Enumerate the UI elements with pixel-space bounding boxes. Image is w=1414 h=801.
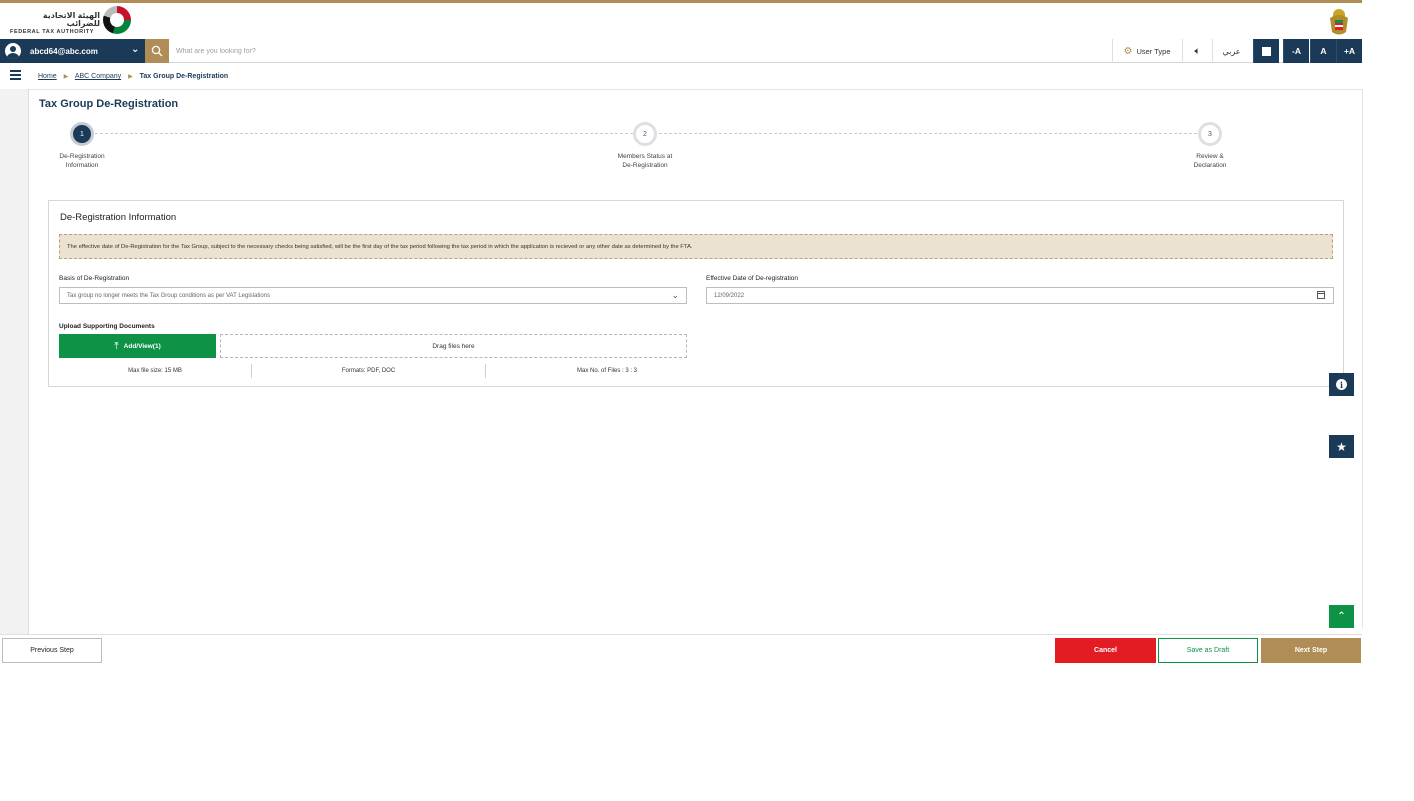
effective-date-input[interactable]: 12/09/2022	[706, 287, 1334, 304]
main-content: Tax Group De-Registration 1 De-Registrat…	[29, 89, 1363, 629]
logo-english-text: FEDERAL TAX AUTHORITY	[10, 29, 94, 35]
step-2-indicator[interactable]: 2	[633, 122, 657, 146]
fta-logo-text[interactable]: الهيئة الاتحادية للضرائب FEDERAL TAX AUT…	[10, 12, 100, 36]
fta-logo-icon[interactable]	[103, 6, 131, 34]
speaker-button[interactable]: 🔈︎	[1182, 39, 1212, 63]
info-button[interactable]: i	[1329, 373, 1354, 396]
scroll-top-button[interactable]: ⌃	[1329, 605, 1354, 628]
search-button[interactable]	[145, 39, 169, 63]
basis-select[interactable]: Tax group no longer meets the Tax Group …	[59, 287, 687, 304]
step-3-indicator[interactable]: 3	[1198, 122, 1222, 146]
footer-divider	[0, 634, 1362, 635]
upload-label: Upload Supporting Documents	[59, 323, 155, 330]
allowed-formats: Formats: PDF, DOC	[251, 364, 485, 378]
file-dropzone[interactable]: Drag files here	[220, 334, 687, 358]
info-icon: i	[1336, 379, 1347, 390]
font-reset-button[interactable]: A	[1310, 39, 1336, 63]
chevron-down-icon[interactable]: ⌄	[131, 44, 139, 55]
stepper-connector	[659, 133, 1197, 134]
header: الهيئة الاتحادية للضرائب FEDERAL TAX AUT…	[0, 3, 1362, 39]
search-icon	[151, 45, 163, 57]
calendar-icon[interactable]	[1317, 291, 1325, 299]
search-input[interactable]	[176, 44, 676, 58]
arabic-language-button[interactable]: عربي	[1212, 39, 1250, 63]
cancel-button[interactable]: Cancel	[1055, 638, 1156, 663]
add-view-label: Add/View(1)	[123, 342, 161, 350]
breadcrumb-separator-icon: ▶	[63, 74, 69, 80]
user-email: abcd64@abc.com	[30, 47, 98, 56]
speaker-icon: 🔈︎	[1194, 45, 1201, 57]
max-file-count: Max No. of Files : 3 : 3	[485, 364, 728, 378]
user-type-label: User Type	[1136, 46, 1171, 56]
step-2-label: Members Status at De-Registration	[617, 153, 673, 170]
top-navbar: abcd64@abc.com ⌄ ⚙ User Type 🔈︎ عربي -A …	[0, 39, 1362, 63]
breadcrumb-bar: Home ▶ ABC Company ▶ Tax Group De-Regist…	[0, 63, 1362, 89]
basis-label: Basis of De-Registration	[59, 275, 130, 282]
step-1-indicator[interactable]: 1	[70, 122, 94, 146]
chevron-down-icon: ⌄	[671, 290, 679, 300]
next-step-button[interactable]: Next Step	[1261, 638, 1361, 663]
font-increase-button[interactable]: +A	[1336, 39, 1362, 63]
scroll-top-icon: ⌃	[1337, 611, 1346, 622]
font-decrease-button[interactable]: -A	[1283, 39, 1309, 63]
card-title: De-Registration Information	[60, 212, 177, 223]
user-type-button[interactable]: ⚙ User Type	[1112, 39, 1181, 63]
user-menu[interactable]: abcd64@abc.com ⌄	[0, 39, 145, 63]
favorite-button[interactable]: ★	[1329, 435, 1354, 458]
step-3-label: Review & Declaration	[1193, 153, 1227, 170]
effective-date-notice: The effective date of De-Registration fo…	[59, 234, 1333, 259]
max-file-size: Max file size: 15 MB	[128, 368, 182, 374]
breadcrumb: Home ▶ ABC Company ▶ Tax Group De-Regist…	[38, 73, 228, 80]
hamburger-icon[interactable]	[10, 70, 21, 82]
add-view-button[interactable]: ⤒ Add/View(1)	[59, 334, 216, 358]
user-avatar-icon	[5, 43, 21, 59]
basis-select-value: Tax group no longer meets the Tax Group …	[67, 293, 271, 299]
effective-date-value: 12/09/2022	[714, 293, 745, 299]
sidebar	[0, 89, 29, 634]
contrast-button[interactable]	[1253, 39, 1279, 63]
deregistration-info-card: De-Registration Information The effectiv…	[48, 200, 1344, 387]
contrast-icon	[1262, 46, 1271, 56]
effective-date-label: Effective Date of De-registration	[706, 275, 799, 282]
save-draft-button[interactable]: Save as Draft	[1158, 638, 1258, 663]
logo-arabic-text: الهيئة الاتحادية للضرائب	[42, 11, 100, 28]
stepper-connector	[95, 133, 633, 134]
breadcrumb-current: Tax Group De-Registration	[139, 73, 229, 80]
page-title: Tax Group De-Registration	[39, 98, 179, 110]
step-1-label: De-Registration Information	[59, 153, 105, 170]
breadcrumb-company-link[interactable]: ABC Company	[75, 73, 121, 80]
star-icon: ★	[1336, 439, 1347, 454]
upload-icon: ⤒	[114, 340, 119, 352]
gear-icon: ⚙	[1123, 45, 1133, 57]
breadcrumb-separator-icon: ▶	[128, 74, 133, 80]
previous-step-button[interactable]: Previous Step	[2, 638, 102, 663]
breadcrumb-home-link[interactable]: Home	[38, 73, 57, 80]
uae-emblem-icon	[1330, 9, 1348, 35]
